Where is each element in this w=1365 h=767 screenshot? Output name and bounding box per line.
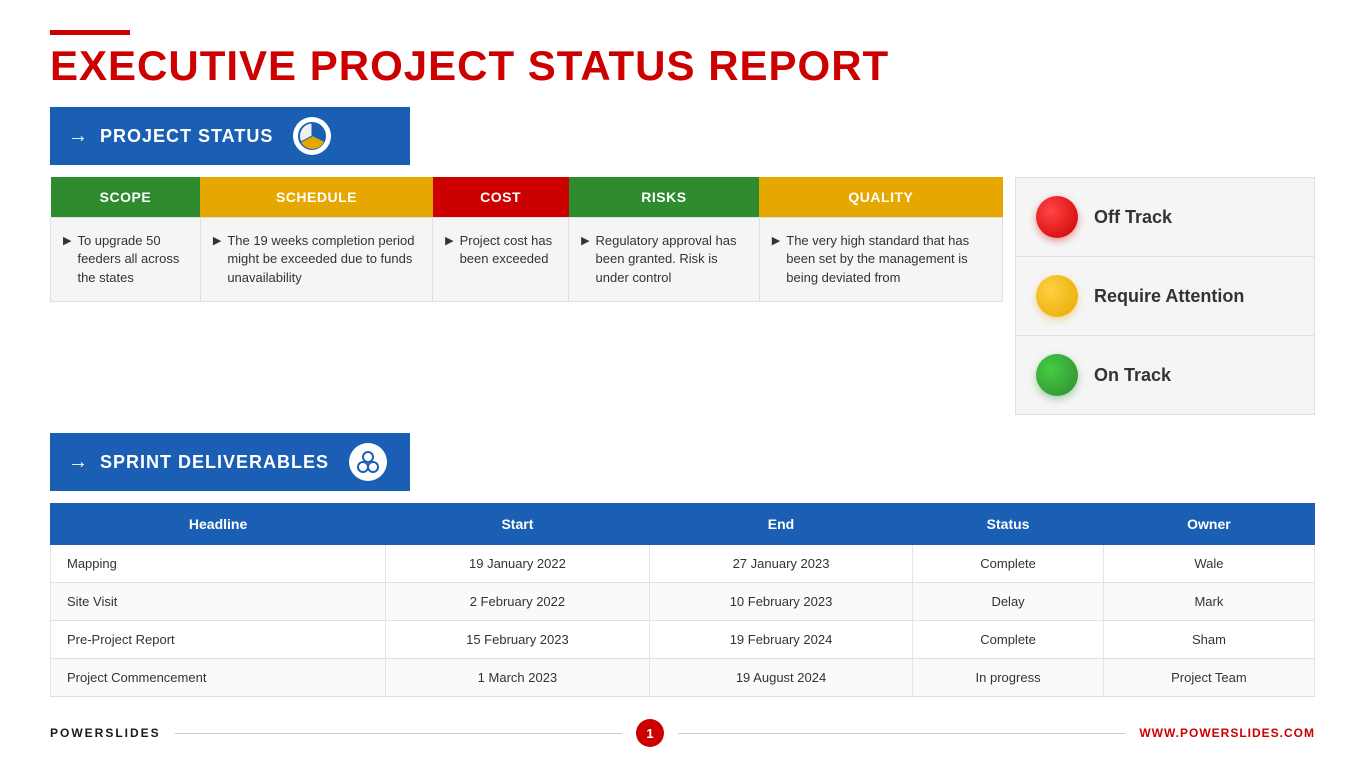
- project-status-section: → PROJECT STATUS SCOPESCHEDULECOSTRISKSQ…: [50, 107, 1315, 433]
- red-dot-icon: [1036, 196, 1078, 238]
- legend-item-off-track: Off Track: [1016, 178, 1314, 257]
- status-cell-quality: ▶The very high standard that has been se…: [759, 218, 1002, 302]
- green-dot-icon: [1036, 354, 1078, 396]
- require-attention-label: Require Attention: [1094, 286, 1244, 307]
- sprint-col-end: End: [649, 504, 913, 545]
- sprint-table-row: Project Commencement1 March 202319 Augus…: [51, 659, 1315, 697]
- status-cell-cost: ▶Project cost has been exceeded: [433, 218, 569, 302]
- sprint-table-row: Site Visit2 February 202210 February 202…: [51, 583, 1315, 621]
- on-track-label: On Track: [1094, 365, 1171, 386]
- sprint-title: SPRINT DELIVERABLES: [100, 452, 329, 473]
- project-status-title: PROJECT STATUS: [100, 126, 273, 147]
- sprint-cell-status: In progress: [913, 659, 1104, 697]
- status-table: SCOPESCHEDULECOSTRISKSQUALITY ▶To upgrad…: [50, 177, 1003, 302]
- sprint-cell-end: 19 August 2024: [649, 659, 913, 697]
- sprint-body: Mapping19 January 202227 January 2023Com…: [51, 545, 1315, 697]
- sprint-table-row: Mapping19 January 202227 January 2023Com…: [51, 545, 1315, 583]
- sprint-cell-headline: Pre-Project Report: [51, 621, 386, 659]
- sprint-cell-status: Complete: [913, 621, 1104, 659]
- footer-line-left: [175, 733, 622, 734]
- legend-box: Off Track Require Attention On Track: [1015, 177, 1315, 415]
- status-col-scope: SCOPE: [51, 177, 201, 218]
- sprint-header-row: HeadlineStartEndStatusOwner: [51, 504, 1315, 545]
- sprint-table-row: Pre-Project Report15 February 202319 Feb…: [51, 621, 1315, 659]
- sprint-col-status: Status: [913, 504, 1104, 545]
- sprint-cell-end: 27 January 2023: [649, 545, 913, 583]
- status-col-quality: QUALITY: [759, 177, 1002, 218]
- status-cell-scope: ▶To upgrade 50 feeders all across the st…: [51, 218, 201, 302]
- header-accent-line: [50, 30, 130, 35]
- sprint-cell-owner: Mark: [1103, 583, 1314, 621]
- legend-item-on-track: On Track: [1016, 336, 1314, 414]
- sprint-col-start: Start: [386, 504, 650, 545]
- legend-item-require-attention: Require Attention: [1016, 257, 1314, 336]
- trefoil-icon: [349, 443, 387, 481]
- sprint-cell-start: 19 January 2022: [386, 545, 650, 583]
- page-container: EXECUTIVE PROJECT STATUS REPORT → PROJEC…: [0, 0, 1365, 767]
- arrow-icon: →: [68, 125, 88, 148]
- status-cell-risks: ▶Regulatory approval has been granted. R…: [569, 218, 760, 302]
- status-col-risks: RISKS: [569, 177, 760, 218]
- footer-line-right: [678, 733, 1125, 734]
- sprint-cell-headline: Mapping: [51, 545, 386, 583]
- sprint-cell-owner: Sham: [1103, 621, 1314, 659]
- sprint-col-headline: Headline: [51, 504, 386, 545]
- footer-brand: POWERSLIDES: [50, 726, 161, 740]
- sprint-cell-owner: Project Team: [1103, 659, 1314, 697]
- page-title: EXECUTIVE PROJECT STATUS REPORT: [50, 43, 1315, 89]
- status-table-row: ▶To upgrade 50 feeders all across the st…: [51, 218, 1003, 302]
- status-body: ▶To upgrade 50 feeders all across the st…: [51, 218, 1003, 302]
- sprint-arrow-icon: →: [68, 451, 88, 474]
- sprint-cell-headline: Project Commencement: [51, 659, 386, 697]
- yellow-dot-icon: [1036, 275, 1078, 317]
- status-col-cost: COST: [433, 177, 569, 218]
- status-cell-schedule: ▶The 19 weeks completion period might be…: [200, 218, 432, 302]
- sprint-cell-owner: Wale: [1103, 545, 1314, 583]
- sprint-cell-start: 15 February 2023: [386, 621, 650, 659]
- sprint-cell-end: 10 February 2023: [649, 583, 913, 621]
- pie-chart-icon: [293, 117, 331, 155]
- title-black: EXECUTIVE PROJECT: [50, 42, 528, 89]
- sprint-cell-end: 19 February 2024: [649, 621, 913, 659]
- sprint-header: → SPRINT DELIVERABLES: [50, 433, 410, 491]
- footer-page-number: 1: [636, 719, 664, 747]
- sprint-cell-start: 1 March 2023: [386, 659, 650, 697]
- sprint-cell-start: 2 February 2022: [386, 583, 650, 621]
- status-section: SCOPESCHEDULECOSTRISKSQUALITY ▶To upgrad…: [50, 177, 1315, 415]
- status-header-row: SCOPESCHEDULECOSTRISKSQUALITY: [51, 177, 1003, 218]
- project-status-header: → PROJECT STATUS: [50, 107, 410, 165]
- title-red: STATUS REPORT: [528, 42, 889, 89]
- sprint-col-owner: Owner: [1103, 504, 1314, 545]
- status-col-schedule: SCHEDULE: [200, 177, 432, 218]
- off-track-label: Off Track: [1094, 207, 1172, 228]
- sprint-section: → SPRINT DELIVERABLES HeadlineStartEndSt…: [50, 433, 1315, 703]
- sprint-table: HeadlineStartEndStatusOwner Mapping19 Ja…: [50, 503, 1315, 697]
- status-table-wrapper: SCOPESCHEDULECOSTRISKSQUALITY ▶To upgrad…: [50, 177, 1003, 302]
- sprint-cell-status: Delay: [913, 583, 1104, 621]
- sprint-cell-headline: Site Visit: [51, 583, 386, 621]
- footer: POWERSLIDES 1 WWW.POWERSLIDES.COM: [50, 713, 1315, 747]
- sprint-cell-status: Complete: [913, 545, 1104, 583]
- footer-website: WWW.POWERSLIDES.COM: [1139, 726, 1315, 740]
